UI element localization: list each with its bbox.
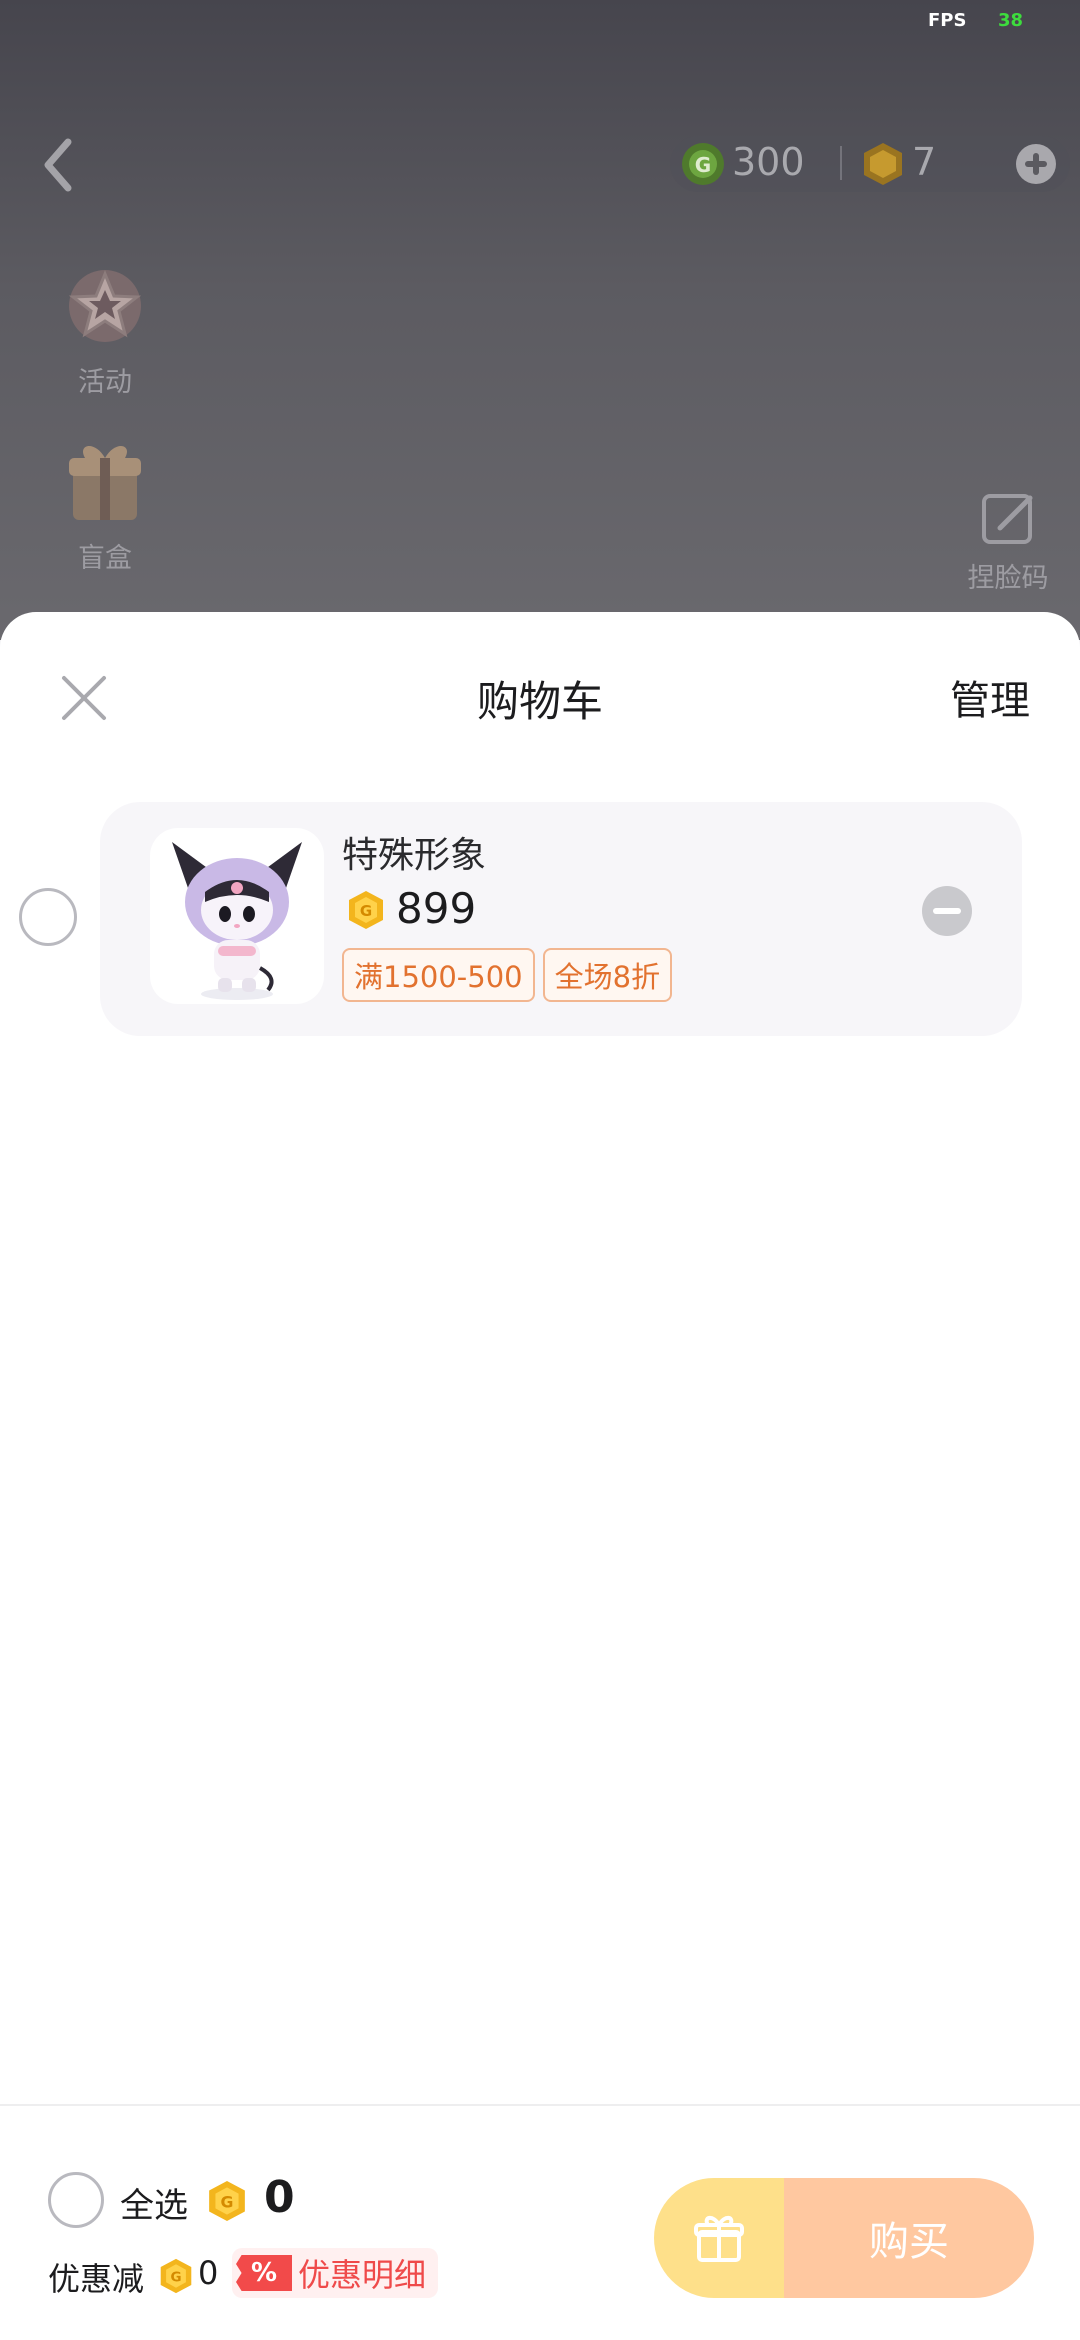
add-currency-button[interactable] [1014, 142, 1058, 186]
total-price: 0 [264, 2172, 295, 2223]
plus-circle-icon [1016, 144, 1056, 184]
fps-value: 38 [998, 10, 1024, 31]
manage-button[interactable]: 管理 [950, 668, 1030, 726]
edit-note-icon [982, 494, 1033, 544]
background-scene [0, 0, 1080, 640]
buy-button-group: 购买 [654, 2178, 1034, 2298]
gold-hex-coin-icon: G [346, 890, 386, 930]
sidebar-item-label: 盲盒 [78, 543, 132, 574]
green-coin-balance: 300 [732, 140, 805, 184]
gold-hex-coin-icon: G [158, 2258, 194, 2294]
gold-hex-coin-icon: G [206, 2180, 248, 2222]
discount-value: 0 [198, 2254, 219, 2292]
item-promo-tags: 满1500-500 全场8折 [342, 948, 673, 1002]
sidebar-item-label: 活动 [78, 367, 132, 398]
select-all-radio[interactable] [48, 2172, 104, 2228]
minus-circle-icon [922, 886, 972, 936]
percent-badge-icon: % [236, 2255, 292, 2291]
item-price: 899 [396, 884, 477, 933]
gold-coin-balance: 7 [912, 140, 937, 184]
gift-icon [694, 2215, 744, 2262]
currency-divider [840, 146, 842, 180]
green-coin-icon: G [680, 141, 726, 187]
remove-item-button[interactable] [922, 886, 972, 936]
item-select-radio[interactable] [19, 888, 77, 946]
discount-detail-label: 优惠明细 [298, 2256, 427, 2294]
svg-text:G: G [221, 2192, 234, 2211]
face-code-label: 捏脸码 [967, 563, 1049, 594]
promo-tag: 满1500-500 [342, 948, 535, 1002]
sidebar-item-event[interactable]: 活动 [50, 254, 160, 399]
back-button[interactable] [34, 130, 84, 200]
back-chevron-icon [44, 138, 72, 192]
svg-text:G: G [170, 2269, 181, 2285]
cart-item[interactable]: 特殊形象 G 899 满1500-500 全场8折 [100, 802, 1022, 1036]
select-all-label[interactable]: 全选 [120, 2178, 188, 2227]
buy-button[interactable]: 购买 [784, 2178, 1034, 2298]
fps-label: FPS [928, 10, 967, 31]
star-event-icon [50, 254, 160, 354]
face-code-button[interactable]: 捏脸码 [958, 490, 1058, 595]
gift-box-icon [50, 430, 160, 530]
discount-label: 优惠减 [48, 2260, 145, 2298]
svg-text:G: G [695, 153, 711, 177]
character-figure-icon [172, 842, 302, 1000]
gift-button[interactable] [654, 2178, 784, 2298]
item-name: 特殊形象 [342, 835, 487, 876]
gold-hex-coin-icon [860, 141, 906, 187]
discount-detail-button[interactable]: % 优惠明细 [232, 2248, 439, 2298]
cart-footer: 全选 G 0 优惠减 G 0 % 优惠明细 购买 [0, 2104, 1080, 2340]
cart-sheet: 购物车 管理 特殊形象 G 899 满1500-500 全场8折 [0, 612, 1080, 2340]
promo-tag: 全场8折 [542, 948, 673, 1002]
svg-text:G: G [360, 902, 372, 920]
item-thumbnail [150, 828, 324, 1004]
sidebar-item-blindbox[interactable]: 盲盒 [50, 430, 160, 575]
page-title: 购物车 [476, 677, 603, 726]
